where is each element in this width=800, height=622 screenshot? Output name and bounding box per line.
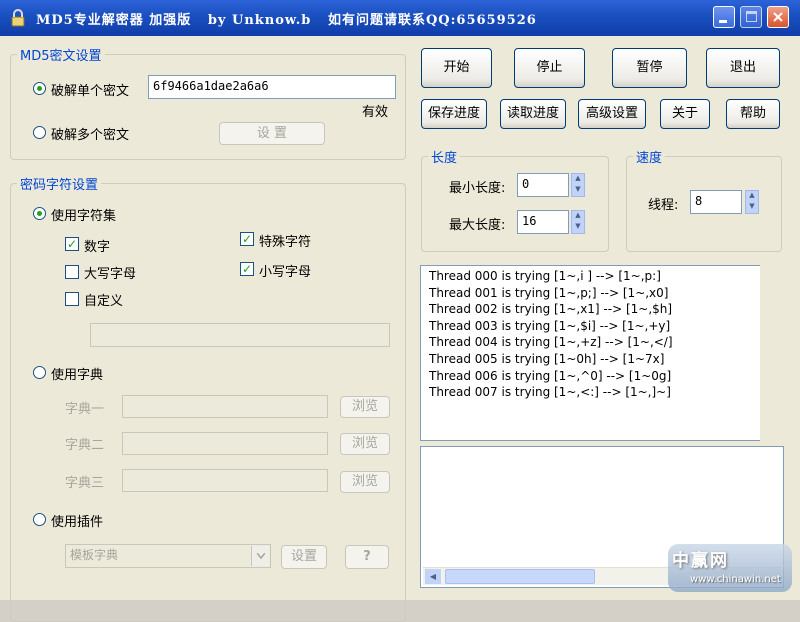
- single-hash-label: 破解单个密文: [51, 84, 130, 99]
- md5-settings-group: [10, 54, 406, 160]
- min-length-input[interactable]: 0: [517, 173, 569, 197]
- speed-group-title: 速度: [633, 147, 666, 166]
- dictionary3-browse-button[interactable]: 浏览: [340, 471, 390, 493]
- thread-log-lines: Thread 000 is trying [1~,i ] --> [1~,p:]…: [421, 268, 757, 401]
- watermark-url: www.chinawin.net: [690, 574, 781, 585]
- plugin-dropdown-button[interactable]: [251, 546, 269, 566]
- use-charset-radio[interactable]: [33, 207, 46, 220]
- pause-button[interactable]: 暂停: [612, 48, 687, 88]
- save-progress-button[interactable]: 保存进度: [421, 99, 487, 129]
- lowercase-label: 小写字母: [259, 265, 312, 280]
- log-line: Thread 001 is trying [1~,p;] --> [1~,x0]: [429, 285, 669, 300]
- stop-button[interactable]: 停止: [514, 48, 585, 88]
- threads-spinner[interactable]: ▲ ▼: [745, 190, 759, 214]
- log-line: Thread 006 is trying [1~,^0] --> [1~0g]: [429, 368, 672, 383]
- client-area: MD5密文设置 破解单个密文 6f9466a1dae2a6a6 有效 破解多个密…: [0, 36, 800, 622]
- single-hash-input[interactable]: 6f9466a1dae2a6a6: [148, 75, 396, 99]
- use-dictionary-label: 使用字典: [51, 368, 104, 383]
- spin-up-icon[interactable]: ▲: [572, 211, 584, 222]
- multi-hash-settings-button[interactable]: 设 置: [219, 122, 325, 145]
- spin-down-icon[interactable]: ▼: [572, 222, 584, 233]
- load-progress-button[interactable]: 读取进度: [500, 99, 566, 129]
- length-group: [421, 156, 609, 252]
- dictionary2-label: 字典二: [65, 438, 105, 453]
- dictionary1-input[interactable]: [122, 395, 328, 418]
- app-lock-icon: [11, 9, 25, 27]
- uppercase-label: 大写字母: [84, 267, 137, 282]
- minimize-icon: [719, 20, 727, 23]
- chevron-down-icon: [257, 553, 265, 559]
- min-length-spinner[interactable]: ▲ ▼: [571, 173, 585, 197]
- charset-group-title: 密码字符设置: [17, 174, 102, 193]
- thread-log[interactable]: Thread 000 is trying [1~,i ] --> [1~,p:]…: [420, 265, 760, 441]
- uppercase-checkbox[interactable]: [65, 265, 79, 279]
- help-button[interactable]: 帮助: [726, 99, 780, 129]
- log-line: Thread 003 is trying [1~,$i] --> [1~,+y]: [429, 318, 671, 333]
- special-chars-checkbox[interactable]: ✓: [240, 232, 254, 246]
- dictionary2-browse-button[interactable]: 浏览: [340, 433, 390, 455]
- spin-up-icon[interactable]: ▲: [746, 191, 758, 202]
- md5-group-title: MD5密文设置: [17, 45, 105, 64]
- multi-hash-radio[interactable]: [33, 126, 46, 139]
- digits-checkbox[interactable]: ✓: [65, 237, 79, 251]
- custom-charset-checkbox[interactable]: [65, 292, 79, 306]
- special-chars-label: 特殊字符: [259, 235, 312, 250]
- title-bar[interactable]: MD5专业解密器 加强版 by Unknow.b 如有问题请联系QQ:65659…: [0, 0, 800, 36]
- use-charset-label: 使用字符集: [51, 209, 117, 224]
- minimize-button[interactable]: [713, 6, 735, 28]
- max-length-input[interactable]: 16: [517, 210, 569, 234]
- use-plugin-label: 使用插件: [51, 515, 104, 530]
- window-title: MD5专业解密器 加强版 by Unknow.b 如有问题请联系QQ:65659…: [36, 13, 537, 28]
- log-line: Thread 005 is trying [1~0h] --> [1~7x]: [429, 351, 665, 366]
- hash-valid-label: 有效: [362, 105, 389, 120]
- custom-charset-label: 自定义: [84, 294, 124, 309]
- scrollbar-thumb[interactable]: [445, 569, 595, 584]
- min-length-label: 最小长度:: [449, 181, 506, 196]
- plugin-help-button[interactable]: ?: [345, 545, 389, 569]
- custom-charset-input[interactable]: [90, 323, 390, 347]
- lowercase-checkbox[interactable]: ✓: [240, 262, 254, 276]
- maximize-icon: [746, 11, 757, 22]
- log-line: Thread 002 is trying [1~,x1] --> [1~,$h]: [429, 302, 673, 317]
- plugin-select-value: 模板字典: [70, 548, 119, 562]
- log-line: Thread 007 is trying [1~,<:] --> [1~,]~]: [429, 385, 671, 400]
- start-button[interactable]: 开始: [421, 48, 492, 88]
- close-icon: [773, 12, 783, 22]
- plugin-settings-button[interactable]: 设置: [281, 545, 327, 569]
- dictionary2-input[interactable]: [122, 432, 328, 455]
- digits-label: 数字: [84, 240, 111, 255]
- spin-up-icon[interactable]: ▲: [572, 174, 584, 185]
- log-line: Thread 004 is trying [1~,+z] --> [1~,</]: [429, 335, 673, 350]
- watermark-logo: 中赢网: [672, 551, 729, 571]
- plugin-select[interactable]: 模板字典: [65, 544, 271, 568]
- threads-label: 线程:: [648, 198, 679, 213]
- scroll-left-icon[interactable]: ◀: [425, 569, 441, 584]
- use-plugin-radio[interactable]: [33, 513, 46, 526]
- threads-input[interactable]: 8: [690, 190, 742, 214]
- single-hash-radio[interactable]: [33, 82, 46, 95]
- dictionary1-label: 字典一: [65, 402, 105, 417]
- length-group-title: 长度: [428, 147, 461, 166]
- use-dictionary-radio[interactable]: [33, 366, 46, 379]
- dictionary1-browse-button[interactable]: 浏览: [340, 396, 390, 418]
- maximize-button[interactable]: [740, 6, 762, 28]
- max-length-spinner[interactable]: ▲ ▼: [571, 210, 585, 234]
- about-button[interactable]: 关于: [660, 99, 710, 129]
- spin-down-icon[interactable]: ▼: [572, 185, 584, 196]
- max-length-label: 最大长度:: [449, 218, 506, 233]
- dictionary3-label: 字典三: [65, 476, 105, 491]
- dictionary3-input[interactable]: [122, 469, 328, 492]
- log-line: Thread 000 is trying [1~,i ] --> [1~,p:]: [429, 269, 661, 283]
- exit-button[interactable]: 退出: [706, 48, 780, 88]
- close-button[interactable]: [767, 6, 789, 28]
- spin-down-icon[interactable]: ▼: [746, 202, 758, 213]
- multi-hash-label: 破解多个密文: [51, 128, 130, 143]
- advanced-settings-button[interactable]: 高级设置: [578, 99, 646, 129]
